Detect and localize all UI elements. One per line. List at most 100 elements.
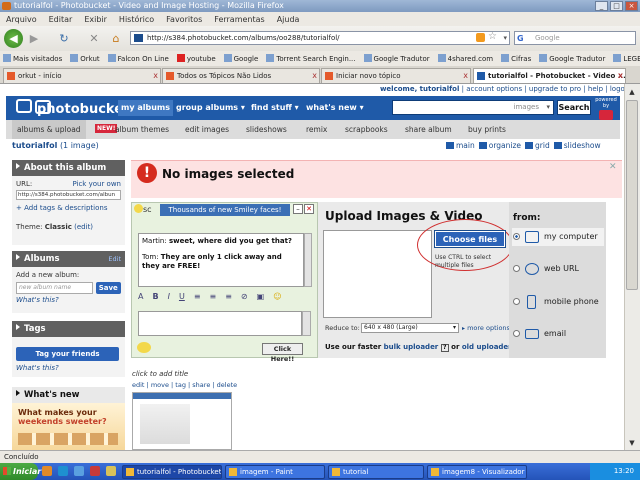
albums-whats-this-link[interactable]: What's this? bbox=[16, 296, 121, 304]
scroll-down-icon[interactable]: ▼ bbox=[625, 436, 639, 450]
bookmark-item[interactable]: Google Tradutor bbox=[363, 54, 430, 63]
forward-button[interactable]: ▶ bbox=[26, 31, 42, 47]
bookmark-item[interactable]: Google bbox=[223, 54, 258, 63]
folder-quicklaunch-icon[interactable] bbox=[106, 466, 116, 476]
album-name-link[interactable]: tutorialfol bbox=[12, 141, 57, 150]
italic-icon[interactable]: I bbox=[168, 292, 170, 301]
help-icon[interactable]: ? bbox=[440, 344, 449, 352]
view-organize[interactable]: organize bbox=[478, 141, 521, 150]
close-window-button[interactable]: × bbox=[625, 1, 638, 11]
rss-icon[interactable] bbox=[476, 33, 485, 42]
media-quicklaunch-icon[interactable] bbox=[90, 466, 100, 476]
close-tab-icon[interactable]: x bbox=[463, 69, 468, 83]
taskbar-firefox[interactable]: tutorialfol - Photobucket ... bbox=[122, 465, 222, 479]
tag-link[interactable]: tag bbox=[175, 381, 186, 389]
bookmark-item[interactable]: Falcon On Line bbox=[107, 54, 169, 63]
save-album-button[interactable]: Save bbox=[95, 282, 121, 294]
menu-ajuda[interactable]: Ajuda bbox=[277, 15, 300, 24]
reload-icon[interactable]: ↻ bbox=[56, 31, 72, 47]
view-slideshow[interactable]: slideshow bbox=[553, 141, 601, 150]
tab-photobucket[interactable]: tutorialfol - Photobucket - Video ... x bbox=[473, 68, 626, 83]
nav-my-albums[interactable]: my albums bbox=[118, 100, 173, 116]
bulk-uploader-link[interactable]: bulk uploader bbox=[384, 343, 439, 351]
maximize-button[interactable]: □ bbox=[610, 1, 623, 11]
align-right-icon[interactable]: ≡ bbox=[225, 292, 232, 301]
close-icon[interactable]: ✕ bbox=[609, 162, 617, 172]
radio-unselected[interactable] bbox=[513, 265, 520, 272]
menu-ferramentas[interactable]: Ferramentas bbox=[214, 15, 264, 24]
pick-own-url-link[interactable]: Pick your own bbox=[72, 180, 121, 188]
image-icon[interactable]: ▣ bbox=[257, 292, 265, 301]
file-list-area[interactable] bbox=[323, 230, 432, 318]
address-bar[interactable]: http://s384.photobucket.com/albums/oo288… bbox=[130, 31, 510, 45]
add-title-prompt[interactable]: click to add title bbox=[132, 370, 188, 378]
close-tab-icon[interactable]: x bbox=[153, 69, 158, 83]
menu-favoritos[interactable]: Favoritos bbox=[166, 15, 202, 24]
account-options-link[interactable]: account options bbox=[466, 85, 522, 93]
align-left-icon[interactable]: ≡ bbox=[194, 292, 201, 301]
subnav-album-themes[interactable]: album themes bbox=[115, 125, 169, 134]
bold-icon[interactable]: B bbox=[152, 292, 158, 301]
bookmark-item[interactable]: Google Tradutor bbox=[539, 54, 605, 63]
ad-click-here-button[interactable]: Click Here!! bbox=[262, 343, 303, 363]
menu-historico[interactable]: Histórico bbox=[119, 15, 154, 24]
url-dropdown-icon[interactable]: ▾ bbox=[503, 32, 507, 44]
source-email[interactable]: email bbox=[512, 325, 604, 343]
stop-icon[interactable]: ✕ bbox=[86, 31, 102, 47]
taskbar-paint[interactable]: imagem - Paint bbox=[225, 465, 325, 479]
taskbar-image-viewer[interactable]: imagem8 - Visualizador d... bbox=[427, 465, 527, 479]
reduce-size-select[interactable]: 640 x 480 (Large) bbox=[361, 323, 459, 333]
home-icon[interactable]: ⌂ bbox=[108, 31, 124, 47]
bookmark-item[interactable]: youtube bbox=[176, 54, 216, 63]
subnav-share-album[interactable]: share album bbox=[405, 125, 452, 134]
close-tab-icon[interactable]: x bbox=[312, 69, 317, 83]
radio-unselected[interactable] bbox=[513, 298, 520, 305]
bookmark-item[interactable]: LEGENDAS.TV - bbox=[613, 54, 640, 63]
bookmark-item[interactable]: Mais visitados bbox=[3, 54, 62, 63]
ad-title[interactable]: Thousands of new Smiley faces! bbox=[160, 204, 290, 216]
radio-selected[interactable] bbox=[513, 233, 520, 240]
whats-new-header[interactable]: What's new bbox=[12, 387, 125, 403]
bookmark-star-icon[interactable]: ☆ bbox=[488, 31, 497, 43]
upgrade-link[interactable]: upgrade to pro bbox=[529, 85, 581, 93]
scroll-up-icon[interactable]: ▲ bbox=[625, 85, 639, 99]
bookmark-item[interactable]: 4shared.com bbox=[437, 54, 493, 63]
promo-banner[interactable]: What makes your weekends sweeter? bbox=[12, 403, 125, 450]
close-tab-icon[interactable]: x bbox=[618, 69, 623, 83]
ad-input-scrollbar[interactable] bbox=[302, 311, 311, 336]
more-options-link[interactable]: ▸ more options bbox=[462, 324, 510, 332]
delete-link[interactable]: delete bbox=[217, 381, 237, 389]
ad-minimize-button[interactable]: – bbox=[293, 204, 303, 214]
view-main[interactable]: main bbox=[446, 141, 475, 150]
share-link[interactable]: share bbox=[192, 381, 210, 389]
bookmark-item[interactable]: Torrent Search Engin... bbox=[266, 54, 356, 63]
subnav-buy-prints[interactable]: buy prints bbox=[468, 125, 506, 134]
tags-header[interactable]: Tags bbox=[12, 321, 125, 337]
scrollbar-thumb[interactable] bbox=[626, 100, 638, 290]
about-album-header[interactable]: About this album bbox=[12, 160, 125, 176]
ie-quicklaunch-icon[interactable] bbox=[58, 466, 68, 476]
nav-group-albums[interactable]: group albums ▾ bbox=[173, 100, 248, 116]
firefox-quicklaunch-icon[interactable] bbox=[42, 466, 52, 476]
help-link[interactable]: help bbox=[588, 85, 603, 93]
old-uploader-link[interactable]: old uploader bbox=[462, 343, 512, 351]
choose-files-button[interactable]: Choose files bbox=[434, 230, 506, 248]
subnav-scrapbooks[interactable]: scrapbooks bbox=[345, 125, 388, 134]
align-center-icon[interactable]: ≡ bbox=[210, 292, 217, 301]
minimize-button[interactable]: _ bbox=[595, 1, 608, 11]
source-web-url[interactable]: web URL bbox=[512, 260, 604, 278]
photobucket-search-input[interactable]: images bbox=[392, 100, 554, 115]
source-mobile-phone[interactable]: mobile phone bbox=[512, 293, 604, 311]
font-icon[interactable]: A bbox=[138, 292, 143, 301]
search-button[interactable]: Search bbox=[557, 100, 591, 115]
move-link[interactable]: move bbox=[151, 381, 169, 389]
subnav-edit-images[interactable]: edit images bbox=[185, 125, 229, 134]
tab-novo-topico[interactable]: Iniciar novo tópico x bbox=[321, 68, 471, 83]
menu-arquivo[interactable]: Arquivo bbox=[6, 15, 37, 24]
new-album-name-input[interactable]: new album name bbox=[16, 282, 93, 294]
subnav-slideshows[interactable]: slideshows bbox=[246, 125, 287, 134]
smiley-icon[interactable]: ☺ bbox=[273, 292, 281, 301]
edit-link[interactable]: edit bbox=[132, 381, 144, 389]
radio-unselected[interactable] bbox=[513, 330, 520, 337]
tab-topicos[interactable]: Todos os Tópicos Não Lidos x bbox=[162, 68, 320, 83]
